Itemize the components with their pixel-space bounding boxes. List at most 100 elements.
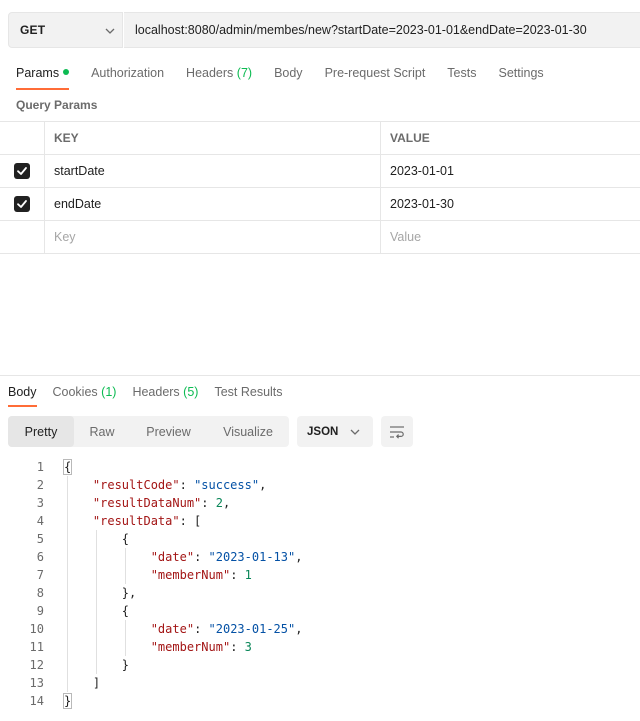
tab-cookies-label: Cookies <box>52 385 98 399</box>
tab-test-results[interactable]: Test Results <box>214 385 282 407</box>
tab-params[interactable]: Params <box>16 66 70 90</box>
code-token: { <box>62 459 73 475</box>
method-select[interactable]: GET <box>8 12 123 48</box>
tab-response-headers-count: (5) <box>183 385 199 399</box>
view-raw-button[interactable]: Raw <box>74 416 130 447</box>
code-line: 7 "memberNum": 1 <box>0 566 640 584</box>
code-line: 14} <box>0 692 640 710</box>
tab-params-label: Params <box>16 66 60 80</box>
code-line: 5 { <box>0 530 640 548</box>
code-text: "memberNum": 1 <box>64 566 252 584</box>
tab-settings[interactable]: Settings <box>498 66 543 90</box>
tab-response-body[interactable]: Body <box>8 385 37 407</box>
header-value: VALUE <box>390 131 430 145</box>
wrap-lines-button[interactable] <box>381 416 413 447</box>
table-row-new: Key Value <box>0 221 640 254</box>
method-label: GET <box>20 23 46 37</box>
code-text: }, <box>64 584 136 602</box>
tab-response-headers-label: Headers <box>132 385 180 399</box>
code-token: "memberNum" <box>150 640 231 654</box>
line-number: 4 <box>36 514 44 528</box>
code-token: } <box>62 693 73 709</box>
code-token: "date" <box>150 622 195 636</box>
code-token: 3 <box>244 640 252 654</box>
tab-body[interactable]: Body <box>274 66 303 90</box>
view-preview-button[interactable]: Preview <box>130 416 207 447</box>
request-tabs: Params Authorization Headers (7) Body Pr… <box>16 66 566 90</box>
code-text: { <box>64 530 129 548</box>
header-check-cell <box>0 122 45 154</box>
line-number: 3 <box>36 496 44 510</box>
format-select[interactable]: JSON <box>297 416 373 447</box>
code-text: } <box>62 692 73 710</box>
tab-pre-request-script[interactable]: Pre-request Script <box>325 66 426 90</box>
url-input[interactable]: localhost:8080/admin/membes/new?startDat… <box>124 12 640 48</box>
param-value[interactable]: 2023-01-30 <box>381 188 640 220</box>
tab-headers-label: Headers <box>186 66 234 80</box>
code-token: ] <box>64 676 101 690</box>
code-text: "resultDataNum": 2, <box>64 494 230 512</box>
tab-tests[interactable]: Tests <box>447 66 476 90</box>
line-number: 14 <box>29 694 44 708</box>
tab-cookies-count: (1) <box>101 385 117 399</box>
code-token: } <box>64 658 130 672</box>
tab-response-headers[interactable]: Headers (5) <box>132 385 198 407</box>
table-row: startDate 2023-01-01 <box>0 155 640 188</box>
pane-divider[interactable] <box>0 375 640 376</box>
code-token: "resultCode" <box>92 478 180 492</box>
code-token: "date" <box>150 550 195 564</box>
new-param-check-cell <box>0 221 45 253</box>
code-line: 3 "resultDataNum": 2, <box>0 494 640 512</box>
code-line: 4 "resultData": [ <box>0 512 640 530</box>
new-param-value-input[interactable]: Value <box>381 221 640 253</box>
format-label: JSON <box>307 425 339 438</box>
check-icon <box>17 167 27 175</box>
code-line: 2 "resultCode": "success", <box>0 476 640 494</box>
code-token: "2023-01-25" <box>208 622 296 636</box>
param-key[interactable]: endDate <box>45 188 381 220</box>
code-line: 11 "memberNum": 3 <box>0 638 640 656</box>
tab-response-body-label: Body <box>8 385 37 399</box>
code-token: "success" <box>194 478 260 492</box>
view-visualize-button[interactable]: Visualize <box>207 416 289 447</box>
param-value[interactable]: 2023-01-01 <box>381 155 640 187</box>
response-body-code[interactable]: 1{2 "resultCode": "success", 3 "resultDat… <box>0 458 640 710</box>
param-checkbox[interactable] <box>14 196 30 212</box>
code-text: "date": "2023-01-25", <box>64 620 303 638</box>
code-token: "2023-01-13" <box>208 550 296 564</box>
line-number: 11 <box>29 640 44 654</box>
code-token: : <box>194 622 209 636</box>
code-line: 8 }, <box>0 584 640 602</box>
code-text: "resultCode": "success", <box>64 476 266 494</box>
code-line: 13 ] <box>0 674 640 692</box>
code-token: "memberNum" <box>150 568 231 582</box>
view-pretty-button[interactable]: Pretty <box>8 416 74 447</box>
tab-tests-label: Tests <box>447 66 477 80</box>
code-text: ] <box>64 674 100 692</box>
code-token: , <box>222 496 231 510</box>
code-token: { <box>64 532 130 546</box>
table-header-row: KEY VALUE <box>0 122 640 155</box>
tab-authorization[interactable]: Authorization <box>91 66 164 90</box>
param-checkbox[interactable] <box>14 163 30 179</box>
line-number: 9 <box>36 604 44 618</box>
code-text: "date": "2023-01-13", <box>64 548 303 566</box>
param-key[interactable]: startDate <box>45 155 381 187</box>
code-line: 6 "date": "2023-01-13", <box>0 548 640 566</box>
code-token: : <box>230 568 245 582</box>
tab-headers[interactable]: Headers (7) <box>186 66 252 90</box>
code-token: : <box>179 478 195 492</box>
tab-cookies[interactable]: Cookies (1) <box>53 385 117 407</box>
tab-pre-request-script-label: Pre-request Script <box>324 66 426 80</box>
chevron-down-icon <box>105 28 115 34</box>
line-number: 2 <box>36 478 44 492</box>
line-number: 12 <box>29 658 44 672</box>
param-enable-cell <box>0 155 45 187</box>
new-param-key-input[interactable]: Key <box>45 221 381 253</box>
line-number: 1 <box>36 460 44 474</box>
